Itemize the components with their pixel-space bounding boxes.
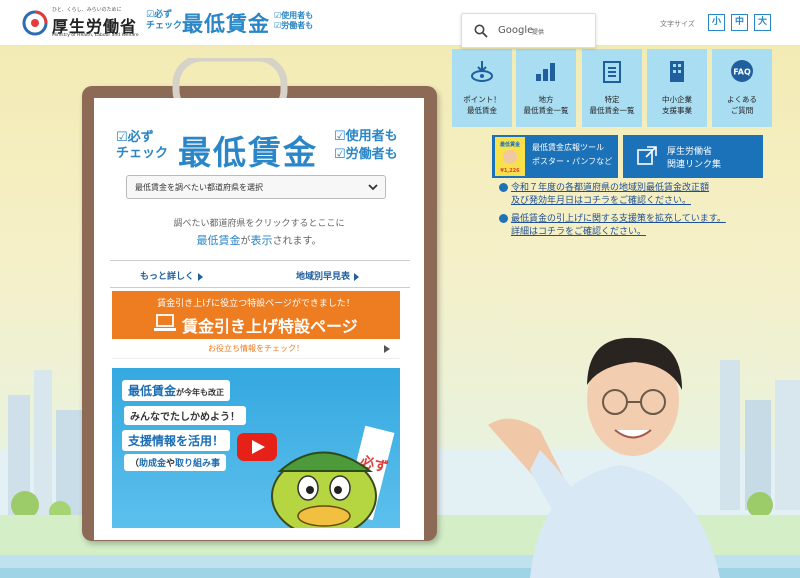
youtube-play-icon[interactable]: [237, 433, 277, 461]
map-hint-line2: 最低賃金が表示されます。: [196, 234, 322, 247]
pr-tools-button[interactable]: 最低賃金 ¥1,226 最低賃金広報ツール ポスター・パンフなど: [492, 135, 618, 178]
more-details-link[interactable]: もっと詳しく: [140, 269, 204, 282]
video-banner-text2: みんなでたしかめよう！: [124, 406, 246, 425]
clipboard-links-row: もっと詳しく 地域別早見表: [110, 260, 410, 288]
video-banner[interactable]: 最低賃金が今年も改正 みんなでたしかめよう！ 支援情報を活用！ （助成金や取り組…: [112, 368, 400, 528]
clipboard-logo-title: 最低賃金: [178, 133, 318, 172]
poster-thumbnail: 最低賃金 ¥1,226: [495, 137, 525, 176]
info-dot-icon: [499, 214, 508, 223]
prefecture-select-value: 最低賃金を調べたい都道府県を選択: [135, 183, 263, 192]
clipboard-logo-targets: ☑使用者も ☑労働者も: [334, 129, 398, 162]
icon-navigation: ポイント！最低賃金 地方最低賃金一覧 特定最低賃金一覧 中小企業支援事業: [452, 49, 800, 127]
font-size-small-button[interactable]: 小: [708, 14, 725, 31]
nav-card-faq[interactable]: FAQ よくある ご質問: [712, 49, 772, 127]
video-banner-text1: 最低賃金が今年も改正: [122, 380, 231, 401]
special-banner-line1: 賃金引き上げに役立つ特設ページができました！: [157, 299, 355, 309]
related-links-line1: 厚生労働省: [667, 147, 713, 157]
special-banner-line2: 賃金引き上げ特設ページ: [182, 317, 358, 336]
nav-card-sme-support[interactable]: 中小企業 支援事業: [647, 49, 707, 127]
font-size-label: 文字サイズ: [660, 20, 695, 28]
related-links-line2: 関連リンク集: [667, 160, 722, 170]
search-brand: Google: [498, 25, 534, 36]
laptop-icon: [154, 314, 176, 331]
ministry-tagline: ひと、くらし、みらいのために: [52, 7, 122, 13]
arrow-right-icon: [354, 272, 360, 281]
pr-tools-line2: ポスター・パンフなど: [532, 157, 613, 166]
nav-card-specific-list[interactable]: 特定 最低賃金一覧: [582, 49, 642, 127]
faq-icon: FAQ: [731, 60, 753, 82]
chevron-down-icon: [368, 184, 378, 191]
svg-text:最低賃金: 最低賃金: [500, 141, 521, 148]
search-box[interactable]: Google 提供: [461, 13, 596, 48]
site-header: ひと、くらし、みらいのために 厚生労働省 Ministry of Health,…: [0, 0, 800, 48]
special-banner-line3: お役立ち情報をチェック！: [208, 344, 304, 353]
search-brand-suffix: 提供: [532, 29, 545, 36]
ministry-emblem-icon: [22, 10, 48, 36]
arrow-right-icon: [198, 272, 204, 281]
frog-mascot-illustration: 必ず: [271, 426, 395, 528]
video-banner-text4: （助成金や取り組み事: [124, 454, 227, 471]
related-links-button[interactable]: 厚生労働省 関連リンク集: [623, 135, 763, 178]
building-icon: [670, 61, 684, 82]
wage-increase-special-page-banner[interactable]: 賃金引き上げに役立つ特設ページができました！ 賃金引き上げ特設ページ お役立ち情…: [112, 291, 400, 359]
external-link-icon: [637, 146, 657, 165]
site-logo-title: 最低賃金: [182, 12, 270, 36]
nav-card-regional-list[interactable]: 地方 最低賃金一覧: [516, 49, 576, 127]
regional-table-link[interactable]: 地域別早見表: [296, 269, 360, 282]
site-logo-targets: ☑使用者も ☑労働者も: [274, 11, 314, 30]
video-banner-text3: 支援情報を活用！: [122, 430, 231, 451]
svg-text:FAQ: FAQ: [733, 68, 751, 77]
notice-link-revision[interactable]: 令和７年度の各都道府県の地域別最低賃金改正額 及び発効年月日はコチラをご確認くだ…: [499, 182, 771, 208]
clipboard-paper: ☑必ず チェック 最低賃金 ☑使用者も ☑労働者も 最低賃金を調べたい都道府県を…: [94, 98, 424, 540]
ministry-english-name: Ministry of Health, Labour and Welfare: [52, 33, 139, 38]
notice-link-support[interactable]: 最低賃金の引上げに関する支援策を拡充しています。 詳細はコチラをご確認ください。: [499, 213, 771, 239]
search-icon: [474, 24, 488, 38]
prefecture-select[interactable]: 最低賃金を調べたい都道府県を選択: [126, 175, 386, 199]
svg-text:¥1,226: ¥1,226: [500, 168, 520, 174]
site-logo-check: ☑必ず チェック: [146, 10, 183, 31]
spokesperson-photo: [488, 337, 720, 578]
site-logo[interactable]: ☑必ず チェック 最低賃金 ☑使用者も ☑労働者も: [146, 8, 321, 38]
clipboard-logo-check: ☑必ず チェック: [116, 130, 169, 161]
pr-tools-line1: 最低賃金広報ツール: [532, 143, 604, 152]
map-hint-line1: 調べたい都道府県をクリックするとここに: [173, 219, 345, 229]
clipboard-list-icon: [603, 61, 621, 83]
arrow-right-icon: [384, 345, 390, 353]
clipboard-logo: ☑必ず チェック 最低賃金 ☑使用者も ☑労働者も: [112, 124, 412, 172]
nav-card-point[interactable]: ポイント！ 最低賃金: [452, 49, 512, 127]
font-size-medium-button[interactable]: 中: [731, 14, 748, 31]
font-size-large-button[interactable]: 大: [754, 14, 771, 31]
target-point-icon: [471, 61, 493, 82]
ministry-logo[interactable]: ひと、くらし、みらいのために 厚生労働省 Ministry of Health,…: [22, 6, 139, 42]
chart-up-icon: [536, 63, 555, 81]
info-dot-icon: [499, 183, 508, 192]
